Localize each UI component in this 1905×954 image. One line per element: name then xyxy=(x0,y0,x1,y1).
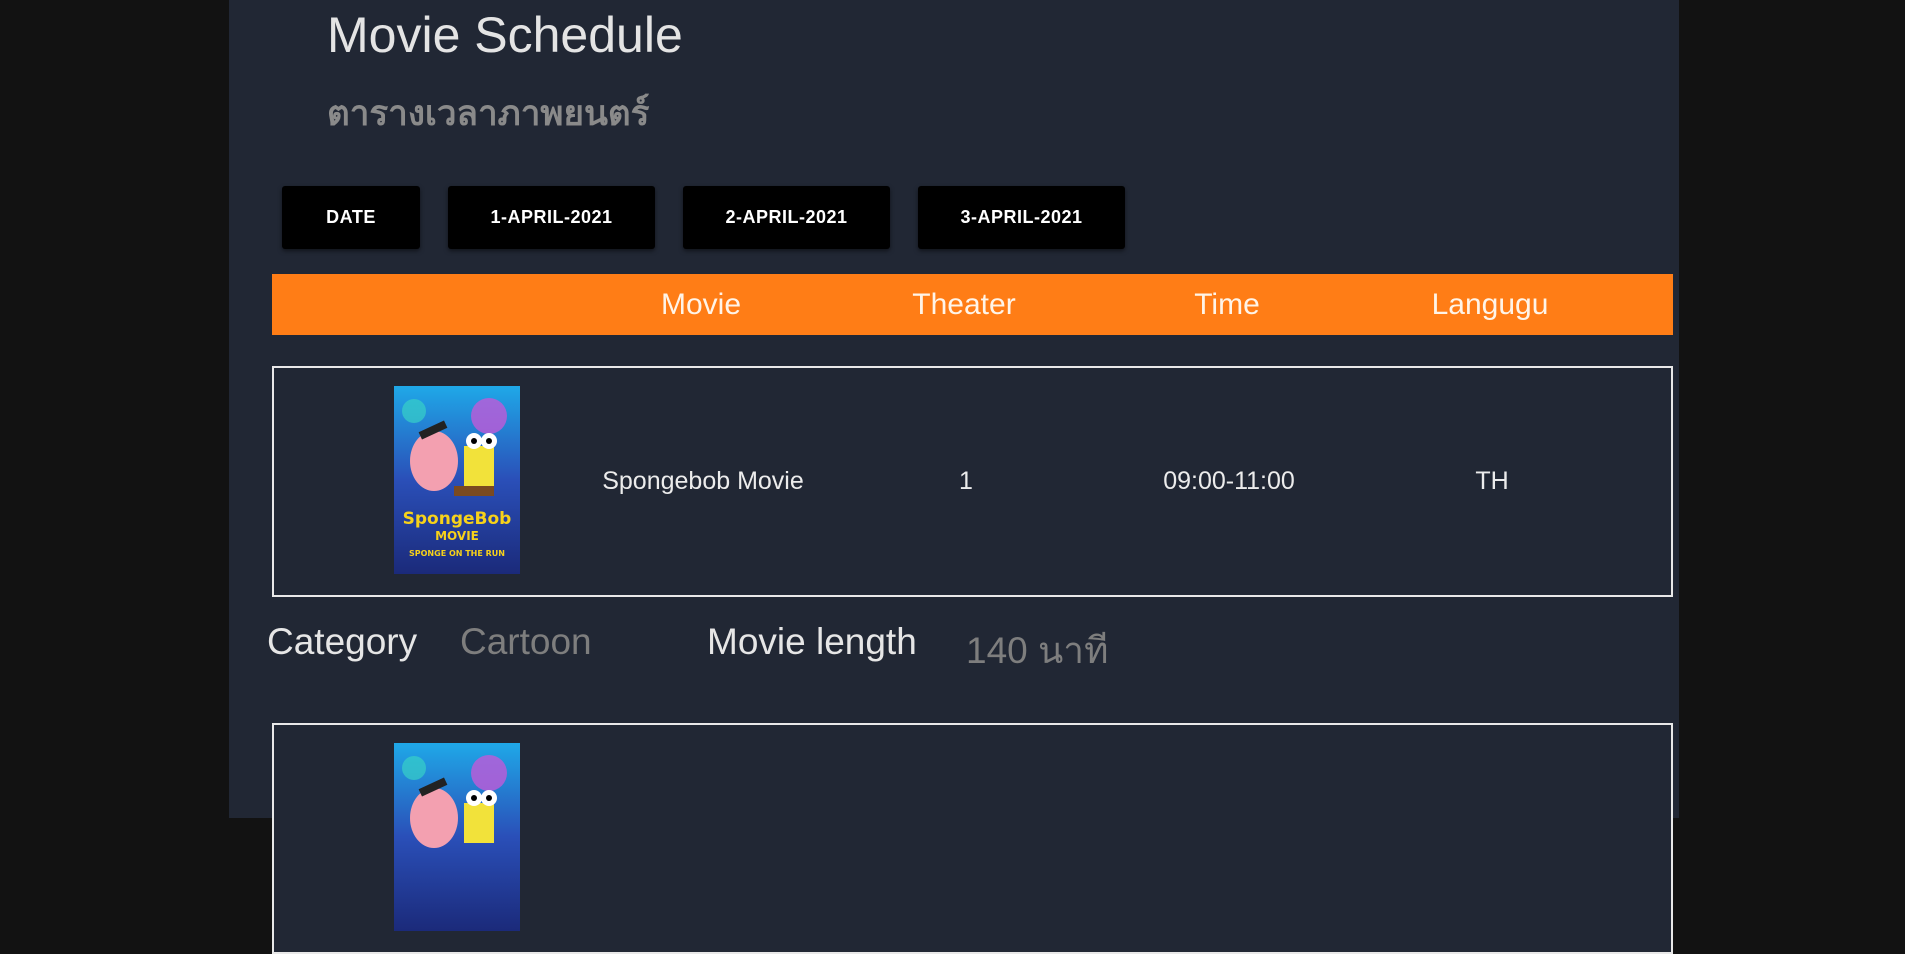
movie-language: TH xyxy=(1475,467,1509,495)
svg-text:SPONGE ON THE RUN: SPONGE ON THE RUN xyxy=(409,549,505,558)
theater-number: 1 xyxy=(959,467,973,495)
length-value: 140 นาที xyxy=(966,630,1109,671)
page-title: Movie Schedule xyxy=(327,7,683,63)
length-label: Movie length xyxy=(707,621,917,662)
date-label-button[interactable]: DATE xyxy=(282,186,420,249)
svg-text:MOVIE: MOVIE xyxy=(435,529,479,543)
page-subtitle: ตารางเวลาภาพยนตร์ xyxy=(327,94,650,133)
column-header-theater: Theater xyxy=(912,287,1016,321)
category-value: Cartoon xyxy=(460,621,592,662)
movie-name: Spongebob Movie xyxy=(602,467,804,495)
date-button-1[interactable]: 1-APRIL-2021 xyxy=(448,186,655,249)
column-header-time: Time xyxy=(1194,287,1260,321)
table-row[interactable]: SpongeBob MOVIE SPONGE ON THE RUN Sponge… xyxy=(272,366,1673,597)
schedule-page: Movie Schedule ตารางเวลาภาพยนตร์ DATE 1-… xyxy=(229,0,1679,954)
column-header-language: Langugu xyxy=(1431,287,1549,321)
date-button-2[interactable]: 2-APRIL-2021 xyxy=(683,186,890,249)
movie-details: Category Cartoon Movie length 140 นาที xyxy=(229,621,1679,671)
poster-title-text: SpongeBob xyxy=(403,509,512,529)
column-header-movie: Movie xyxy=(660,287,742,321)
table-header: Movie Theater Time Langugu xyxy=(272,274,1673,335)
table-row[interactable] xyxy=(272,723,1673,954)
movie-poster[interactable] xyxy=(394,743,520,931)
date-button-3[interactable]: 3-APRIL-2021 xyxy=(918,186,1125,249)
poster-image xyxy=(394,743,520,931)
movie-poster[interactable]: SpongeBob MOVIE SPONGE ON THE RUN xyxy=(394,386,520,574)
category-label: Category xyxy=(267,621,418,662)
showtime: 09:00-11:00 xyxy=(1163,467,1295,495)
poster-image: SpongeBob MOVIE SPONGE ON THE RUN xyxy=(394,386,520,574)
